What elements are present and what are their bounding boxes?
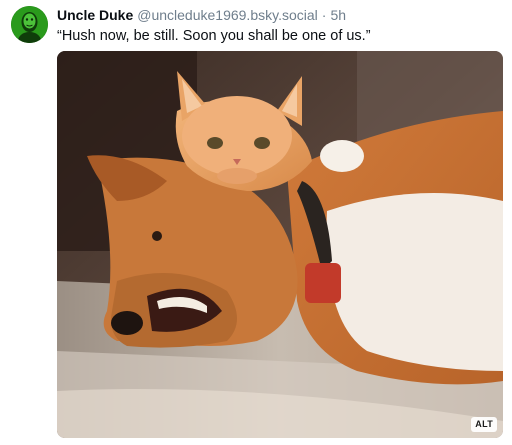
- post-timestamp[interactable]: 5h: [330, 7, 346, 23]
- post-text: “Hush now, be still. Soon you shall be o…: [57, 28, 371, 44]
- post-header: Uncle Duke @uncleduke1969.bsky.social · 5h: [57, 6, 346, 24]
- avatar-image-icon: [11, 6, 48, 43]
- alt-text-badge[interactable]: ALT: [471, 417, 497, 432]
- author-display-name[interactable]: Uncle Duke: [57, 7, 133, 23]
- cat-biting-dog-photo-icon: [57, 51, 503, 438]
- post-image[interactable]: ALT: [57, 51, 503, 438]
- author-handle[interactable]: @uncleduke1969.bsky.social: [137, 7, 318, 23]
- header-separator: ·: [321, 7, 327, 23]
- post-card[interactable]: Uncle Duke @uncleduke1969.bsky.social · 5h …: [0, 0, 512, 445]
- author-avatar[interactable]: [11, 6, 48, 43]
